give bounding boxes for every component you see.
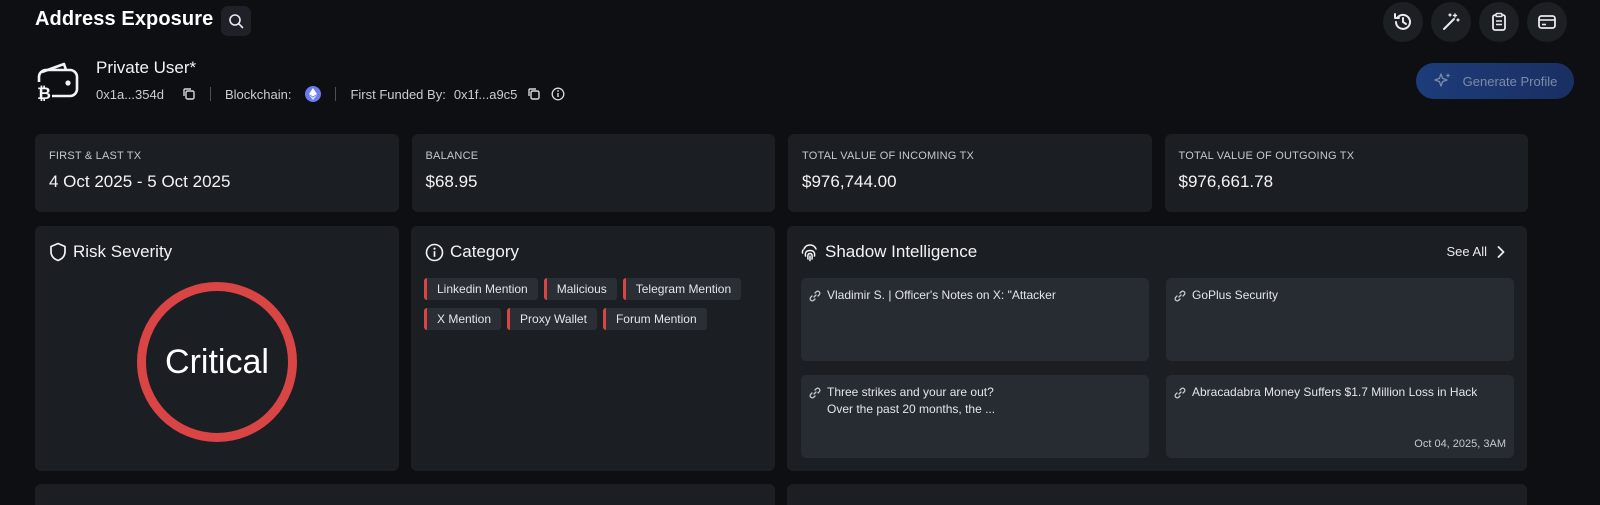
- panel-title: Risk Severity: [49, 242, 172, 262]
- category-panel: Category Linkedin Mention Malicious Tele…: [411, 226, 775, 471]
- intel-text: Vladimir S. | Officer's Notes on X: "Att…: [809, 287, 1141, 304]
- intel-card[interactable]: Abracadabra Money Suffers $1.7 Million L…: [1166, 375, 1514, 458]
- lower-panel-left: [35, 484, 775, 505]
- category-title: Category: [450, 242, 519, 261]
- category-tags: Linkedin Mention Malicious Telegram Ment…: [424, 278, 764, 330]
- info-button[interactable]: [551, 87, 565, 101]
- blockchain-label: Blockchain:: [224, 86, 292, 102]
- card-button[interactable]: [1527, 2, 1567, 42]
- copy-funder-button[interactable]: [527, 87, 541, 101]
- shadow-intelligence-panel: Shadow Intelligence See All Vladimir S. …: [787, 226, 1527, 471]
- intel-text: Three strikes and your are out? Over the …: [809, 384, 1141, 418]
- stat-label: TOTAL VALUE OF INCOMING TX: [802, 150, 975, 162]
- top-bar: Address Exposure: [0, 0, 1600, 42]
- intel-grid: Vladimir S. | Officer's Notes on X: "Att…: [801, 278, 1514, 458]
- ethereum-icon: [305, 86, 322, 102]
- intel-line: GoPlus Security: [1192, 288, 1279, 302]
- clipboard-button[interactable]: [1479, 2, 1519, 42]
- intel-date: Oct 04, 2025, 3AM: [1414, 438, 1506, 450]
- category-tag: Linkedin Mention: [424, 278, 538, 300]
- see-all-link[interactable]: See All: [1447, 244, 1505, 259]
- stat-value: $976,744.00: [802, 172, 897, 191]
- svg-text:₿: ₿: [37, 84, 51, 104]
- stats-row: FIRST & LAST TX 4 Oct 2025 - 5 Oct 2025 …: [35, 134, 1528, 212]
- stat-label: FIRST & LAST TX: [49, 150, 142, 162]
- stat-balance: BALANCE $68.95: [411, 134, 775, 212]
- risk-title: Risk Severity: [73, 242, 173, 261]
- fingerprint-icon: [801, 244, 817, 262]
- panel-title: Shadow Intelligence: [801, 242, 977, 262]
- risk-severity-panel: Risk Severity Critical: [35, 226, 399, 471]
- page-title: Address Exposure: [35, 8, 214, 30]
- magic-wand-icon: [1443, 13, 1460, 30]
- risk-level-badge: Critical: [137, 282, 297, 442]
- link-icon: [1174, 290, 1186, 302]
- stat-outgoing-tx: TOTAL VALUE OF OUTGOING TX $976,661.78: [1164, 134, 1528, 212]
- card-icon: [1538, 15, 1556, 29]
- panel-title: Category: [425, 242, 519, 262]
- intel-line: Abracadabra Money Suffers $1.7 Million L…: [1192, 385, 1478, 399]
- stat-value: 4 Oct 2025 - 5 Oct 2025: [49, 172, 231, 191]
- category-tag: Proxy Wallet: [507, 308, 597, 330]
- history-button[interactable]: [1383, 2, 1423, 42]
- stat-label: BALANCE: [425, 150, 479, 162]
- info-icon: [425, 243, 444, 261]
- shadow-title: Shadow Intelligence: [825, 242, 978, 261]
- lower-panel-right: [787, 484, 1527, 505]
- stat-value: $68.95: [425, 172, 478, 191]
- info-icon: [551, 87, 565, 101]
- top-actions: [1383, 2, 1567, 42]
- copy-icon: [528, 88, 541, 100]
- first-funded-address: 0x1f...a9c5: [453, 86, 518, 102]
- magic-wand-button[interactable]: [1431, 2, 1471, 42]
- copy-address-button[interactable]: [182, 87, 196, 101]
- clipboard-icon: [1492, 12, 1506, 31]
- see-all-label: See All: [1446, 244, 1487, 259]
- sparkle-icon: [1434, 73, 1451, 87]
- wallet-bitcoin-icon: ₿: [36, 62, 79, 104]
- shield-icon: [50, 242, 66, 262]
- stat-value: $976,661.78: [1178, 172, 1274, 191]
- stat-incoming-tx: TOTAL VALUE OF INCOMING TX $976,744.00: [788, 134, 1152, 212]
- category-tag: Telegram Mention: [622, 278, 742, 300]
- search-button[interactable]: [221, 6, 251, 36]
- intel-card[interactable]: Three strikes and your are out? Over the …: [801, 375, 1149, 458]
- copy-icon: [183, 88, 195, 100]
- profile-header: ₿ Private User* 0x1a...354d Blockchain: …: [34, 56, 1574, 106]
- chevron-right-icon: [1497, 245, 1505, 258]
- wallet-address: 0x1a...354d: [96, 86, 164, 102]
- category-tag: X Mention: [424, 308, 502, 330]
- intel-line: Three strikes and your are out?: [827, 385, 994, 399]
- intel-line: Over the past 20 months, the ...: [827, 402, 996, 416]
- search-icon: [229, 14, 244, 29]
- intel-line: Vladimir S. | Officer's Notes on X: "Att…: [827, 288, 1056, 302]
- link-icon: [1174, 387, 1186, 399]
- category-tag: Forum Mention: [602, 308, 707, 330]
- generate-profile-button[interactable]: Generate Profile: [1416, 63, 1574, 99]
- intel-text: GoPlus Security: [1174, 287, 1506, 304]
- user-name: Private User*: [96, 58, 197, 77]
- intel-text: Abracadabra Money Suffers $1.7 Million L…: [1174, 384, 1506, 401]
- separator: [335, 87, 337, 101]
- stat-first-last-tx: FIRST & LAST TX 4 Oct 2025 - 5 Oct 2025: [35, 134, 399, 212]
- first-funded-label: First Funded By:: [350, 86, 446, 102]
- stat-label: TOTAL VALUE OF OUTGOING TX: [1178, 150, 1355, 162]
- history-icon: [1394, 13, 1411, 30]
- link-icon: [809, 290, 821, 302]
- separator: [209, 87, 211, 101]
- category-tag: Malicious: [543, 278, 617, 300]
- link-icon: [809, 387, 821, 399]
- generate-profile-label: Generate Profile: [1462, 73, 1558, 89]
- intel-card[interactable]: Vladimir S. | Officer's Notes on X: "Att…: [801, 278, 1149, 361]
- profile-meta: 0x1a...354d Blockchain: First Funded By:…: [96, 86, 565, 102]
- risk-level: Critical: [165, 342, 269, 381]
- intel-card[interactable]: GoPlus Security: [1166, 278, 1514, 361]
